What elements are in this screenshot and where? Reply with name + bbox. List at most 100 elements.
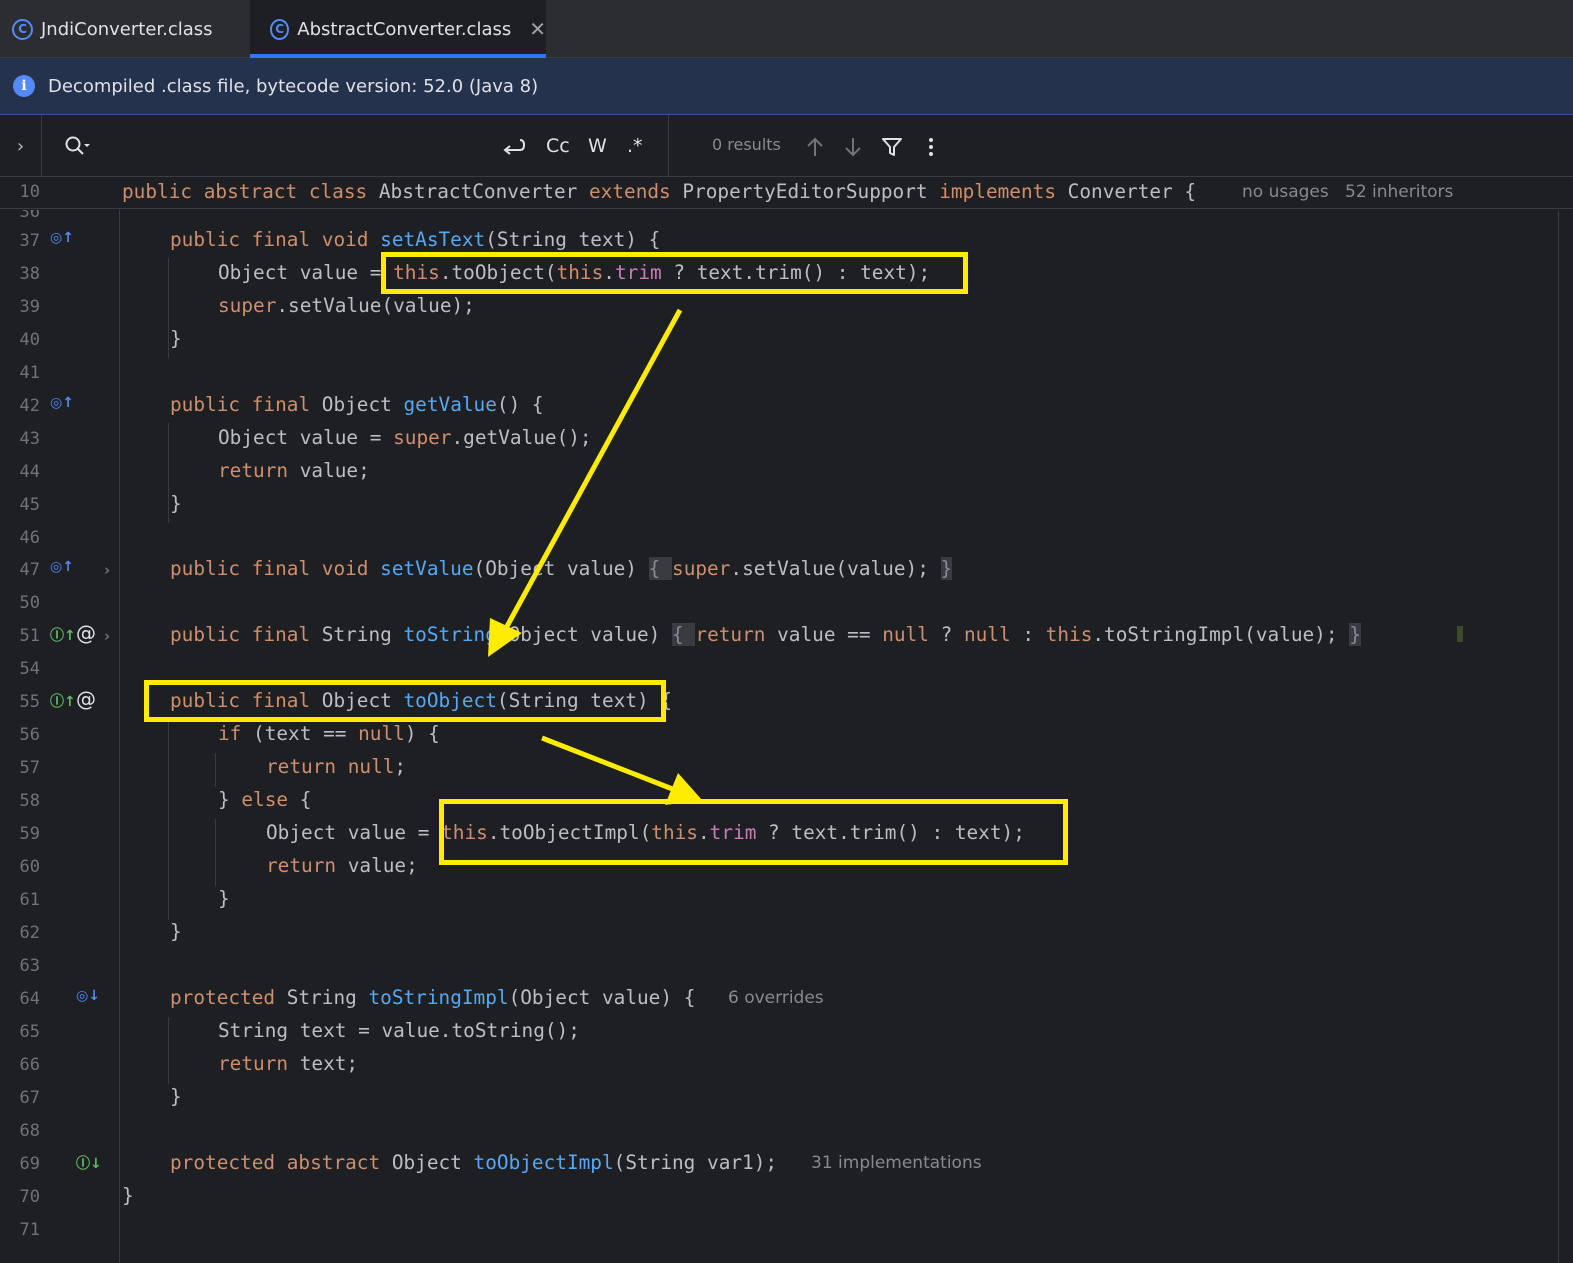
code-line[interactable]: protected String toStringImpl(Object val… — [170, 986, 695, 1009]
indent-guide — [168, 720, 169, 920]
fold-chevron-icon[interactable]: › — [104, 561, 110, 579]
code-line[interactable]: } — [170, 1085, 182, 1108]
tab-jndi-converter[interactable]: C JndiConverter.class — [12, 0, 248, 58]
inheritors-hint[interactable]: 52 inheritors — [1345, 182, 1453, 202]
code-line[interactable]: if (text == null) { — [218, 722, 440, 745]
fold-chevron-icon[interactable]: › — [104, 627, 110, 645]
code-line[interactable]: } — [218, 887, 230, 910]
new-line-icon[interactable] — [502, 137, 526, 157]
editor-tab-bar: C JndiConverter.class C AbstractConverte… — [0, 0, 1573, 58]
line-number: 66 — [19, 1055, 40, 1075]
usages-hint[interactable]: no usages — [1242, 182, 1329, 202]
code-line[interactable]: return text; — [218, 1052, 358, 1075]
overrides-method-icon[interactable]: ◎↑ — [50, 395, 74, 411]
line-number: 51 — [19, 626, 40, 646]
code-line[interactable]: return null; — [266, 755, 406, 778]
code-line[interactable]: } — [122, 1184, 134, 1207]
kw: class — [308, 180, 379, 203]
code-line[interactable]: public final void setAsText(String text)… — [170, 228, 660, 251]
annotation-icon[interactable]: @ — [76, 621, 96, 645]
code-line[interactable]: public final Object getValue() { — [170, 393, 544, 416]
line-number: 55 — [19, 692, 40, 712]
code-line[interactable]: } — [170, 492, 182, 515]
words-button[interactable]: W — [588, 131, 607, 161]
annotation-icon[interactable]: @ — [76, 687, 96, 711]
decompiled-banner: i Decompiled .class file, bytecode versi… — [0, 58, 1573, 115]
scrollbar-track[interactable] — [1558, 210, 1559, 1263]
warning-marker[interactable] — [1457, 626, 1463, 642]
code-line[interactable]: public abstract class AbstractConverter … — [122, 180, 1196, 203]
gutter-divider — [119, 210, 120, 1263]
line-number: 68 — [19, 1121, 40, 1141]
sticky-class-header: 10 public abstract class AbstractConvert… — [0, 177, 1573, 209]
implements-method-icon[interactable]: Ⓘ↑ — [50, 691, 76, 711]
close-icon[interactable]: ✕ — [529, 17, 546, 41]
code-line[interactable]: return value; — [266, 854, 418, 877]
search-bar: › Cc W .* 0 results — [0, 115, 1573, 177]
code-line[interactable]: Object value = super.getValue(); — [218, 426, 592, 449]
kw: abstract — [203, 180, 309, 203]
highlight-box-toobjectimpl-call — [439, 799, 1068, 865]
line-number: 41 — [19, 363, 40, 383]
code-line[interactable]: } else { — [218, 788, 311, 811]
tab-label: AbstractConverter.class — [297, 18, 512, 40]
line-number: 38 — [19, 264, 40, 284]
line-number: 63 — [19, 956, 40, 976]
line-number: 56 — [19, 725, 40, 745]
match-case-button[interactable]: Cc — [546, 131, 570, 161]
code-line[interactable]: public final void setValue(Object value)… — [170, 557, 953, 580]
code-line[interactable]: return value; — [218, 459, 370, 482]
line-number: 64 — [19, 989, 40, 1009]
line-number: 57 — [19, 758, 40, 778]
indent-guide — [215, 819, 216, 886]
overrides-method-icon[interactable]: ◎↑ — [50, 559, 74, 575]
kw: public — [122, 180, 204, 203]
tab-abstract-converter[interactable]: C AbstractConverter.class ✕ — [250, 0, 546, 58]
overridden-method-icon[interactable]: ◎↓ — [76, 988, 100, 1004]
implemented-method-icon[interactable]: Ⓘ↓ — [76, 1153, 102, 1173]
more-options-icon[interactable] — [925, 136, 937, 158]
highlight-box-toobject-def — [144, 680, 666, 722]
line-number: 59 — [19, 824, 40, 844]
banner-text: Decompiled .class file, bytecode version… — [48, 75, 539, 97]
line-number: 61 — [19, 890, 40, 910]
line-number: 65 — [19, 1022, 40, 1042]
line-number: 39 — [19, 297, 40, 317]
code-line[interactable]: } — [170, 327, 182, 350]
line-number: 42 — [19, 396, 40, 416]
arrow-down-icon[interactable] — [843, 136, 863, 158]
highlight-box-toobject-call — [381, 252, 968, 294]
overrides-hint[interactable]: 6 overrides — [728, 988, 824, 1008]
kw: implements — [939, 180, 1068, 203]
code-line[interactable]: protected abstract Object toObjectImpl(S… — [170, 1151, 777, 1174]
code-editor[interactable]: 36 37 38 39 40 41 42 43 44 45 46 47 50 5… — [0, 210, 1573, 1263]
regex-button[interactable]: .* — [627, 131, 643, 161]
kw: extends — [589, 180, 683, 203]
implementations-hint[interactable]: 31 implementations — [811, 1153, 982, 1173]
line-number: 60 — [19, 857, 40, 877]
filter-icon[interactable] — [881, 136, 903, 158]
chevron-right-icon[interactable]: › — [0, 115, 42, 177]
implements-method-icon[interactable]: Ⓘ↑ — [50, 625, 76, 645]
code-line[interactable]: } — [170, 920, 182, 943]
line-number: 47 — [19, 560, 40, 580]
search-results-count: 0 results — [712, 135, 781, 154]
arrow-up-icon[interactable] — [805, 136, 825, 158]
search-icon[interactable] — [64, 135, 92, 157]
indent-guide — [168, 1017, 169, 1084]
line-number: 10 — [19, 182, 40, 202]
line-number: 46 — [19, 528, 40, 548]
class-icon: C — [270, 18, 290, 40]
line-number: 45 — [19, 495, 40, 515]
code-line[interactable]: public final String toString(Object valu… — [170, 623, 1361, 646]
line-number: 62 — [19, 923, 40, 943]
toolbar-separator — [668, 115, 669, 177]
indent-guide — [215, 753, 216, 787]
overrides-method-icon[interactable]: ◎↑ — [50, 230, 74, 246]
line-number: 43 — [19, 429, 40, 449]
code-line[interactable]: String text = value.toString(); — [218, 1019, 580, 1042]
line-number: 70 — [19, 1187, 40, 1207]
tab-label: JndiConverter.class — [41, 18, 213, 40]
indent-guide — [168, 258, 169, 358]
code-line[interactable]: super.setValue(value); — [218, 294, 475, 317]
